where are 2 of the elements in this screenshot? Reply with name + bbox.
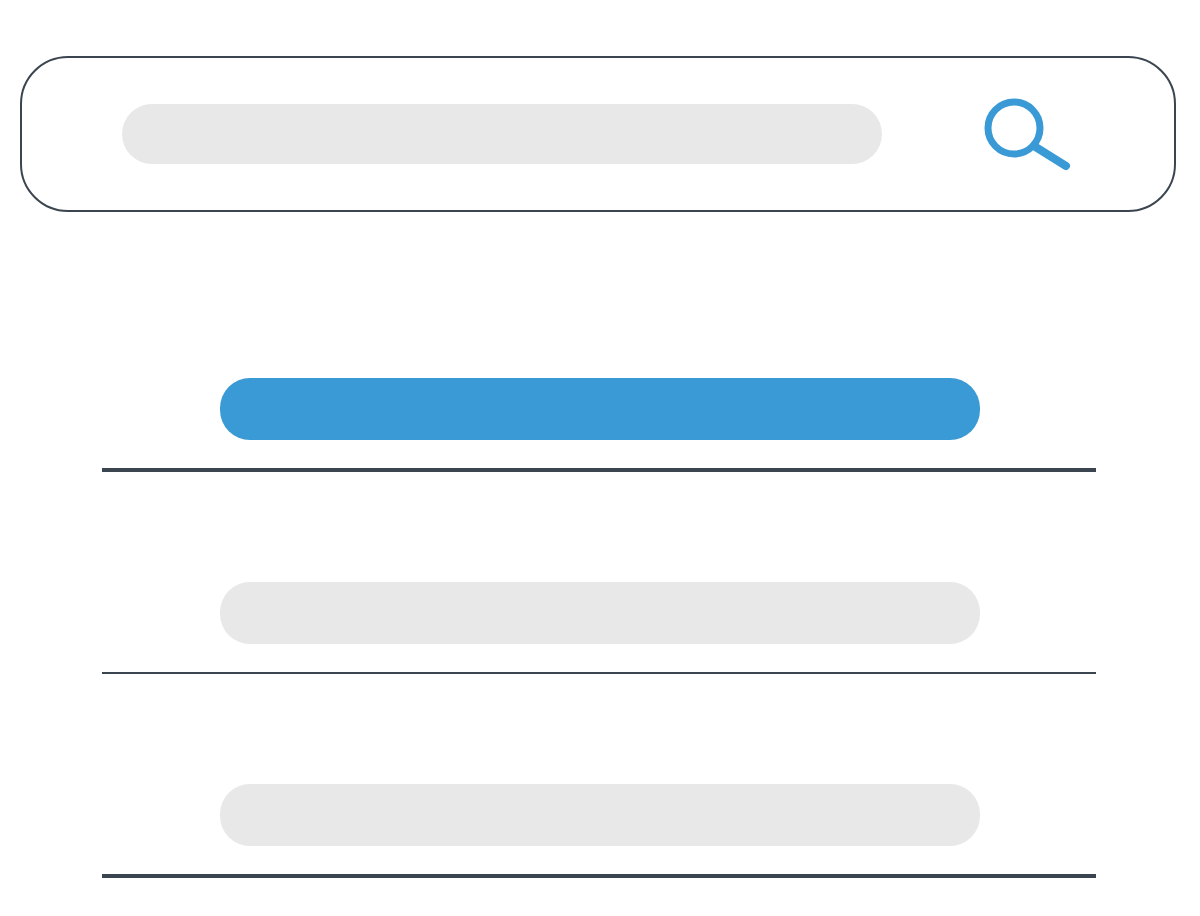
result-item[interactable] [219, 378, 979, 440]
search-bar[interactable] [20, 56, 1176, 212]
